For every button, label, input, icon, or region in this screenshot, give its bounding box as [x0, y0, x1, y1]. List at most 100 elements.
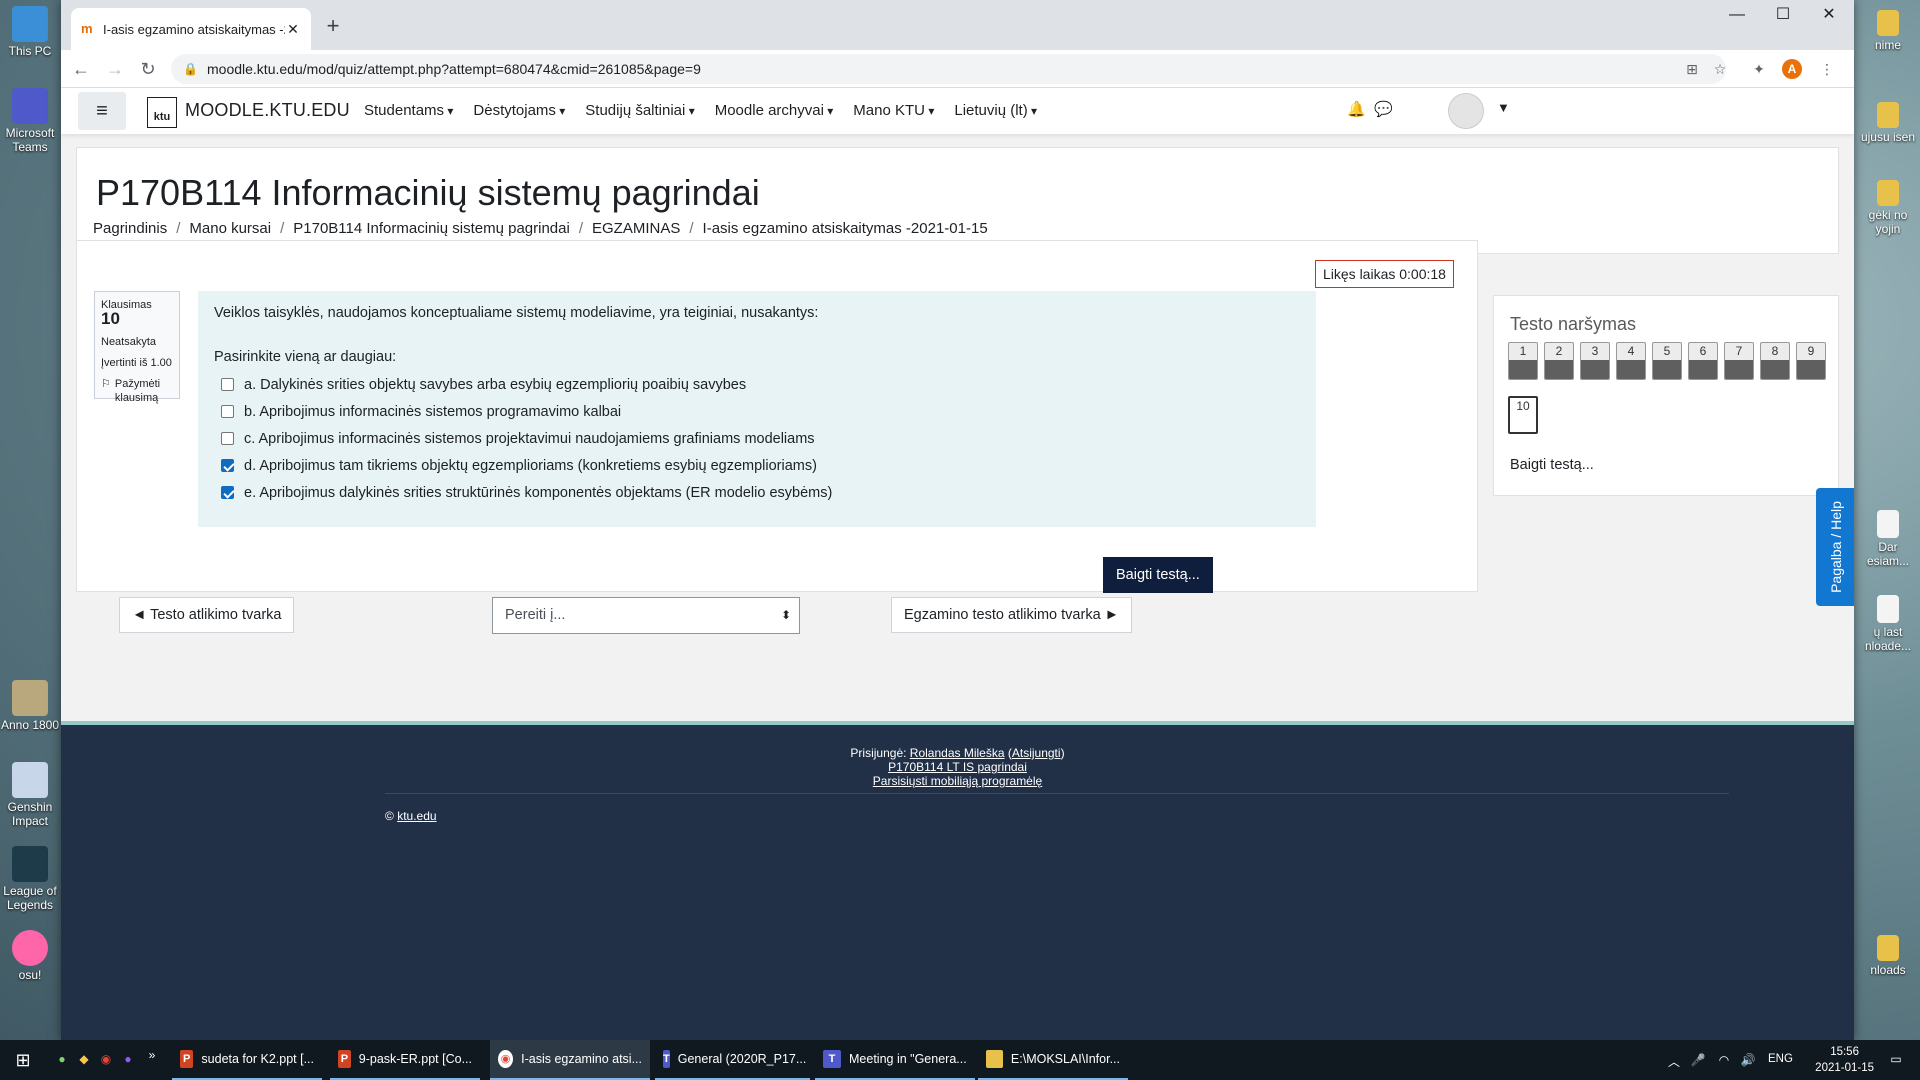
browser-tab-active[interactable]: m I-asis egzamino atsiskaitymas -2( ✕: [71, 8, 311, 50]
answer-option[interactable]: e. Apribojimus dalykinės srities struktū…: [214, 479, 1300, 506]
quiz-nav-button[interactable]: 4: [1616, 342, 1646, 380]
tab-close-icon[interactable]: ✕: [285, 21, 301, 38]
tray-chevron-icon[interactable]: ︿: [1664, 1053, 1684, 1070]
chrome-icon[interactable]: ◉: [96, 1052, 116, 1066]
quiz-nav-button[interactable]: 7: [1724, 342, 1754, 380]
taskbar-item[interactable]: T Meeting in "Genera...: [815, 1040, 975, 1080]
taskbar-item[interactable]: Psudeta for K2.ppt [...: [172, 1040, 322, 1080]
quiz-nav-button[interactable]: 6: [1688, 342, 1718, 380]
browser-menu-icon[interactable]: ⋮: [1816, 58, 1838, 80]
microphone-icon[interactable]: 🎤: [1688, 1053, 1708, 1067]
logout-link[interactable]: Atsijungti: [1012, 746, 1061, 760]
menu-studiju-saltiniai[interactable]: Studijų šaltiniai: [585, 102, 694, 119]
pinned-app-icon[interactable]: ◆: [74, 1052, 94, 1066]
answer-label[interactable]: c. Apribojimus informacinės sistemos pro…: [244, 431, 815, 447]
input-language[interactable]: ENG: [1768, 1053, 1793, 1065]
answer-label[interactable]: b. Apribojimus informacinės sistemos pro…: [244, 404, 621, 420]
wifi-icon[interactable]: ◠: [1714, 1053, 1734, 1067]
maximize-button[interactable]: ☐: [1760, 0, 1806, 32]
user-avatar[interactable]: [1448, 93, 1484, 129]
desktop-icon-right-4[interactable]: Dar esiam...: [1856, 510, 1920, 568]
messages-bubble-icon[interactable]: 💬: [1374, 100, 1393, 118]
notification-center-icon[interactable]: ▭: [1886, 1052, 1906, 1066]
finish-attempt-button[interactable]: Baigti testą...: [1103, 557, 1213, 593]
quiz-nav-button[interactable]: 2: [1544, 342, 1574, 380]
desktop-icon-right-5[interactable]: ų last nloade...: [1856, 595, 1920, 653]
desktop-icon-teams[interactable]: Microsoft Teams: [0, 88, 60, 154]
answer-option[interactable]: c. Apribojimus informacinės sistemos pro…: [214, 425, 1300, 452]
flag-question[interactable]: ⚐ Pažymėti klausimą: [101, 377, 173, 405]
taskbar-item[interactable]: T General (2020R_P17...: [655, 1040, 810, 1080]
close-window-button[interactable]: ✕: [1806, 0, 1852, 32]
taskbar-item[interactable]: P 9-pask-ER.ppt [Co...: [330, 1040, 480, 1080]
system-clock[interactable]: 15:56 2021-01-15: [1815, 1044, 1874, 1076]
desktop-icon-this-pc[interactable]: This PC: [0, 6, 60, 58]
answer-checkbox[interactable]: [221, 459, 234, 472]
answer-label[interactable]: d. Apribojimus tam tikriems objektų egze…: [244, 458, 817, 474]
jump-to-select[interactable]: Pereiti į...: [492, 597, 800, 634]
ktu-link[interactable]: ktu.edu: [397, 809, 436, 823]
volume-icon[interactable]: 🔊: [1738, 1053, 1758, 1067]
menu-studentams[interactable]: Studentams: [364, 102, 453, 119]
address-bar[interactable]: 🔒 moodle.ktu.edu/mod/quiz/attempt.php?at…: [171, 54, 1726, 84]
user-profile-link[interactable]: Rolandas Mileška: [910, 746, 1005, 760]
minimize-button[interactable]: —: [1714, 0, 1760, 32]
pinned-app-icon[interactable]: ●: [118, 1052, 138, 1066]
previous-activity-button[interactable]: ◄ Testo atlikimo tvarka: [119, 597, 295, 633]
reload-icon[interactable]: ↻: [134, 55, 162, 83]
finish-attempt-link[interactable]: Baigti testą...: [1510, 457, 1594, 473]
site-name[interactable]: MOODLE.KTU.EDU: [185, 100, 350, 121]
help-tab[interactable]: Pagalba / Help: [1816, 488, 1854, 606]
taskbar-item[interactable]: E:\MOKSLAI\Infor...: [978, 1040, 1128, 1080]
ktu-logo[interactable]: ktu: [147, 97, 177, 128]
desktop-icon-right-2[interactable]: ujusu isen: [1856, 102, 1920, 144]
notifications-bell-icon[interactable]: 🔔: [1347, 100, 1366, 118]
quiz-nav-button[interactable]: 1: [1508, 342, 1538, 380]
desktop-icon-anno[interactable]: Anno 1800: [0, 680, 60, 732]
mobile-app-link[interactable]: Parsisiųsti mobiliąją programėlę: [873, 774, 1042, 788]
breadcrumb-mano-kursai[interactable]: Mano kursai: [189, 220, 271, 237]
menu-language[interactable]: Lietuvių (lt): [954, 102, 1037, 119]
answer-label[interactable]: e. Apribojimus dalykinės srities struktū…: [244, 485, 832, 501]
quiz-nav-button[interactable]: 8: [1760, 342, 1790, 380]
desktop-icon-right-6[interactable]: nloads: [1856, 935, 1920, 977]
breadcrumb-quiz[interactable]: I-asis egzamino atsiskaitymas -2021-01-1…: [703, 220, 988, 237]
course-home-link[interactable]: P170B114 LT IS pagrindai: [888, 760, 1027, 774]
answer-checkbox[interactable]: [221, 486, 234, 499]
new-tab-button[interactable]: +: [319, 12, 347, 40]
translate-icon[interactable]: ⊞: [1681, 58, 1703, 80]
quiz-nav-button-current[interactable]: 10: [1508, 396, 1538, 434]
desktop-icon-right-1[interactable]: nime: [1856, 10, 1920, 52]
forward-arrow-icon[interactable]: →: [101, 55, 129, 83]
more-chevron-icon[interactable]: »: [142, 1048, 162, 1062]
desktop-icon-right-3[interactable]: gėki no yojin: [1856, 180, 1920, 236]
hamburger-menu-icon[interactable]: ≡: [78, 92, 126, 130]
back-arrow-icon[interactable]: ←: [67, 55, 95, 83]
menu-moodle-archyvai[interactable]: Moodle archyvai: [715, 102, 834, 119]
answer-option[interactable]: a. Dalykinės srities objektų savybes arb…: [214, 371, 1300, 398]
quiz-nav-button[interactable]: 3: [1580, 342, 1610, 380]
chevron-down-icon[interactable]: ▼: [1497, 100, 1510, 115]
breadcrumb-egzaminas[interactable]: EGZAMINAS: [592, 220, 680, 237]
answer-checkbox[interactable]: [221, 405, 234, 418]
desktop-icon-osu[interactable]: osu!: [0, 930, 60, 982]
next-activity-button[interactable]: Egzamino testo atlikimo tvarka ►: [891, 597, 1133, 633]
extensions-puzzle-icon[interactable]: ✦: [1748, 58, 1770, 80]
profile-avatar[interactable]: A: [1782, 59, 1802, 79]
answer-checkbox[interactable]: [221, 432, 234, 445]
menu-mano-ktu[interactable]: Mano KTU: [853, 102, 934, 119]
taskbar-item-active[interactable]: ◉ I-asis egzamino atsi...: [490, 1040, 650, 1080]
desktop-icon-league[interactable]: League of Legends: [0, 846, 60, 912]
desktop-icon-genshin[interactable]: Genshin Impact: [0, 762, 60, 828]
windows-start-icon[interactable]: ⊞: [0, 1040, 46, 1080]
answer-option[interactable]: d. Apribojimus tam tikriems objektų egze…: [214, 452, 1300, 479]
quiz-nav-button[interactable]: 5: [1652, 342, 1682, 380]
breadcrumb-course[interactable]: P170B114 Informacinių sistemų pagrindai: [293, 220, 570, 237]
quiz-nav-button[interactable]: 9: [1796, 342, 1826, 380]
answer-label[interactable]: a. Dalykinės srities objektų savybes arb…: [244, 377, 746, 393]
pinned-app-icon[interactable]: ●: [52, 1052, 72, 1066]
menu-destytojams[interactable]: Dėstytojams: [473, 102, 565, 119]
bookmark-star-icon[interactable]: ☆: [1709, 58, 1731, 80]
answer-option[interactable]: b. Apribojimus informacinės sistemos pro…: [214, 398, 1300, 425]
breadcrumb-pagrindinis[interactable]: Pagrindinis: [93, 220, 167, 237]
